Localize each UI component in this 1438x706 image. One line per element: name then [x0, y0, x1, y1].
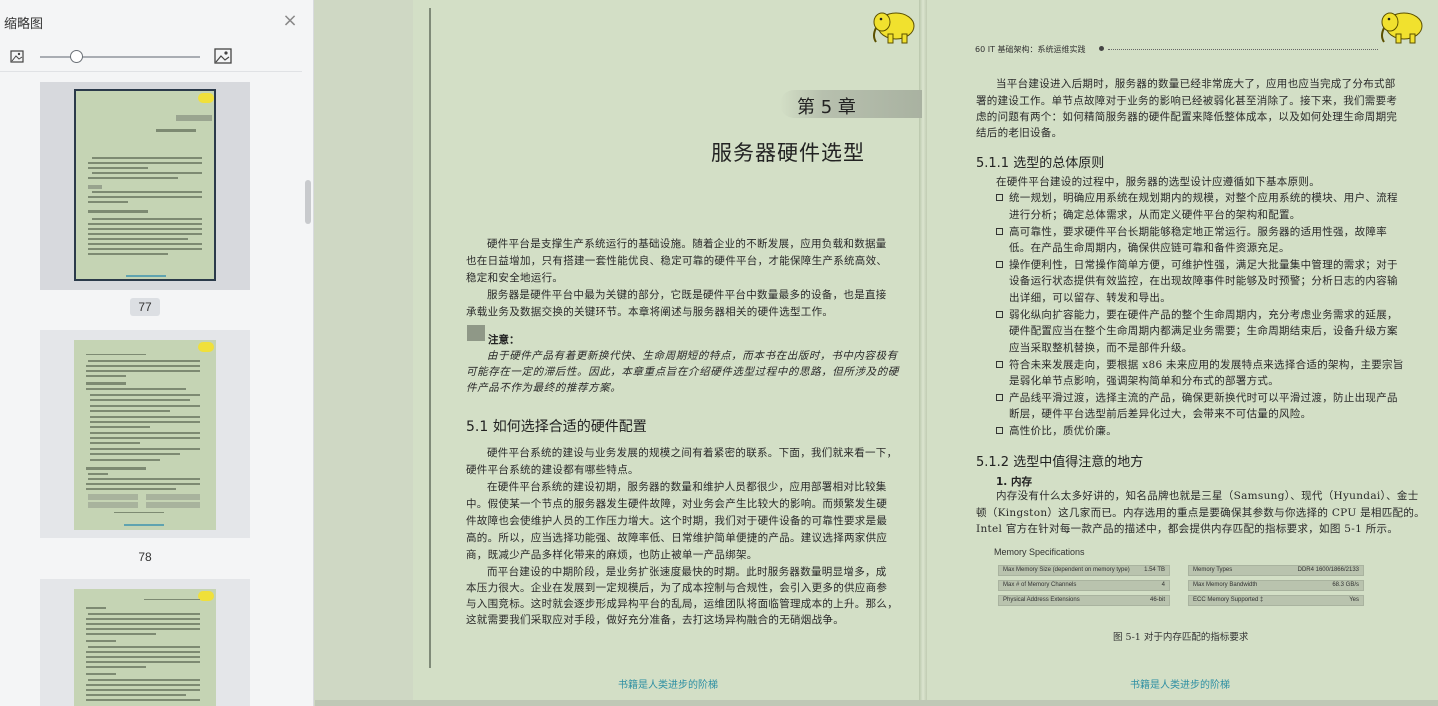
paragraph-line: 硬件平台系统的建设与业务发展的规模之间有着紧密的联系。下面，我们就来看一下， [487, 447, 898, 459]
paragraph-line: 这就需要我们采取应对手段，做好充分准备，去打这场异构融合的无硝烟战争。 [466, 614, 844, 626]
paragraph-line: 服务器是硬件平台中最为关键的部分，它既是硬件平台中数量最多的设备，也是直接 [487, 289, 887, 301]
checkbox-bullet [996, 194, 1003, 201]
note-line: 可能存在一定的滞后性。因此，本章重点旨在介绍硬件选型过程中的思路，但所涉及的硬 [466, 366, 899, 378]
note-line: 由于硬件产品有着更新换代快、生命周期短的特点，而本书在出版时，书中内容极有 [487, 350, 898, 362]
paragraph-line: 硬件平台是支撑生产系统运行的基础设施。随着企业的不断发展，应用负载和数据量 [487, 238, 887, 250]
running-head: 60 IT 基础架构：系统运维实践 [975, 45, 1086, 54]
thumbnail-card-77[interactable] [40, 82, 250, 290]
page-border-line [429, 8, 431, 668]
list-item-line: 设备运行状态提供有效监控，在出现故障事件时能够及时预警；分析日志的内容输 [1009, 275, 1398, 287]
thumbnail-card-79[interactable] [40, 579, 250, 706]
note-line: 件产品不作为最终的推荐方案。 [466, 382, 622, 394]
paragraph-line: 承载业务及数据交换的关键环节。本章将阐述与服务器相关的硬件选型工作。 [466, 306, 834, 318]
paragraph-line: 稳定和安全地运行。 [466, 272, 564, 284]
horizontal-scrollbar[interactable] [315, 700, 1438, 706]
paragraph-line: 商，既减少产品多样化带来的麻烦，也防止被单一产品绑架。 [466, 549, 758, 561]
thumbnail-page-image [74, 340, 216, 530]
paragraph-line: 件故障也会使维护人员的工作压力增大。这个时期，我们对于硬件设备的可靠性要求是最 [466, 515, 888, 527]
memory-spec-row: Max # of Memory Channels 4 [998, 580, 1170, 591]
page-footer: 书籍是人类进步的阶梯 [1130, 680, 1230, 691]
section-title: 5.1.1 选型的总体原则 [976, 156, 1105, 171]
pdf-reader-app: 缩略图 × 77 78 第 5 章 服务器硬件选型 硬件平台是支撑生产系统运行的… [0, 0, 1438, 706]
paragraph-line: 内存没有什么太多好讲的，知名品牌也就是三星（Samsung）、现代（Hyunda… [996, 490, 1419, 502]
section-title: 5.1.2 选型中值得注意的地方 [976, 455, 1144, 470]
paragraph-line: 在硬件平台系统的建设初期，服务器的数量和维护人员都很少，应用部署相对比较集 [487, 481, 887, 493]
memory-spec-row: Memory Types DDR4 1600/1866/2133 [1188, 565, 1364, 576]
thumbnail-page-image [74, 89, 216, 281]
paragraph-line: 在硬件平台建设的过程中，服务器的选型设计应遵循如下基本原则。 [996, 176, 1320, 188]
image-small-icon[interactable] [10, 50, 24, 63]
thumbnail-sidebar: 缩略图 × 77 78 [0, 0, 314, 706]
page-footer: 书籍是人类进步的阶梯 [618, 680, 718, 691]
checkbox-bullet [996, 228, 1003, 235]
memory-spec-title: Memory Specifications [994, 547, 1085, 557]
paragraph-line: 中。假使某一个节点的服务器发生硬件故障，对业务会产生比较大的影响。而频繁发生硬 [466, 498, 888, 510]
page-number-77[interactable]: 77 [130, 298, 160, 316]
paragraph-line: 结后的老旧设备。 [976, 127, 1063, 139]
paragraph-line: 本压力很大。企业在发展到一定规模后，为了成本控制与合规性，会引入更多的供应商参 [466, 582, 888, 594]
checkbox-bullet [996, 361, 1003, 368]
sidebar-title: 缩略图 [4, 16, 44, 31]
memory-spec-row: Max Memory Size (dependent on memory typ… [998, 565, 1170, 576]
thumbnail-card-78[interactable] [40, 330, 250, 538]
list-item-line: 符合未来发展走向，要根据 x86 未来应用的发展特点来选择合适的架构，主要宗旨 [1009, 359, 1404, 371]
sidebar-scrollbar[interactable] [305, 180, 311, 224]
checkbox-bullet [996, 394, 1003, 401]
note-heading: 注意： [488, 334, 520, 346]
paragraph-line: 高的。所以，应当选择功能强、故障率低、日常维护简单便捷的产品。建议选择两家供应 [466, 532, 888, 544]
list-item-line: 高可靠性，要求硬件平台长期能够稳定地正常运行。服务器的适用性强，故障率 [1009, 226, 1387, 238]
memory-spec-row: ECC Memory Supported ‡ Yes [1188, 595, 1364, 606]
list-item-line: 产品线平滑过渡，选择主流的产品，确保更新换代时可以平滑过渡，防止出现产品 [1009, 392, 1398, 404]
list-item-line: 进行分析；确定总体需求，从而定义硬件平台的架构和配置。 [1009, 209, 1301, 221]
memory-spec-row: Max Memory Bandwidth 68.3 GB/s [1188, 580, 1364, 591]
running-head-dot [1099, 46, 1104, 51]
elephant-logo-icon [198, 93, 214, 103]
page-number-78[interactable]: 78 [130, 548, 160, 566]
paragraph-line: 署的建设工作。单节点故障对于业务的影响已经被弱化甚至消除了。接下来，我们需要考 [976, 95, 1398, 107]
list-item-line: 应当采取整机替换，而不是部件升级。 [1009, 342, 1193, 354]
running-head-rule [1108, 49, 1378, 50]
paragraph-line: Intel 官方在针对每一款产品的描述中，都会提供内存匹配的指标要求，如图 5-… [976, 523, 1399, 535]
checkbox-bullet [996, 427, 1003, 434]
paragraph-line: 而平台建设的中期阶段，是业务扩张速度最快的时期。此时服务器数量明显增多，成 [487, 566, 887, 578]
zoom-slider-track[interactable] [40, 56, 200, 58]
list-item-line: 弱化纵向扩容能力，要在硬件产品的整个生命周期内，充分考虑业务需求的延展， [1009, 309, 1398, 321]
elephant-logo-icon [1381, 12, 1423, 44]
sidebar-header: 缩略图 × [0, 0, 314, 44]
thumbnail-page-image [74, 589, 216, 706]
close-icon[interactable]: × [282, 12, 298, 30]
chapter-label: 第 5 章 [797, 97, 856, 118]
elephant-logo-icon [873, 12, 915, 44]
list-item-line: 高性价比，质优价廉。 [1009, 425, 1117, 437]
checkbox-bullet [996, 311, 1003, 318]
paragraph-line: 顿（Kingston）这几家而已。内存选用的重点是要确保其参数与你选择的 CPU… [976, 507, 1425, 519]
elephant-logo-icon [198, 591, 214, 601]
image-large-icon[interactable] [214, 48, 232, 64]
thumbnail-zoom-control [0, 44, 302, 72]
list-item-line: 统一规划，明确应用系统在规划期内的规模，对整个应用系统的模块、用户、流程 [1009, 192, 1398, 204]
list-item-line: 断层，硬件平台选型前后差异化过大，会带来不可估量的风险。 [1009, 408, 1312, 420]
list-item-line: 是弱化单节点影响，强调架构简单和分布式的部署方式。 [1009, 375, 1279, 387]
paragraph-line: 当平台建设进入后期时，服务器的数量已经非常庞大了，应用也应当完成了分布式部 [996, 78, 1396, 90]
paragraph-line: 与入围竞标。这时就会逐步形成异构平台的乱局，运维团队将面临管理成本的上升。那么， [466, 598, 898, 610]
list-item-line: 操作便利性，日常操作简单方便，可维护性强，满足大批量集中管理的需求；对于 [1009, 259, 1398, 271]
list-item-line: 低。在产品生命周期内，确保供应链可靠和备件资源充足。 [1009, 242, 1290, 254]
checkbox-bullet [996, 261, 1003, 268]
paragraph-line: 也在日益增加，只有搭建一套性能优良、稳定可靠的硬件平台，才能保障生产系统高效、 [466, 255, 888, 267]
note-icon [467, 325, 485, 341]
list-item-line: 出详细，可以留存、转发和导出。 [1009, 292, 1171, 304]
paragraph-line: 硬件平台系统的建设都有哪些特点。 [466, 464, 639, 476]
chapter-title: 服务器硬件选型 [711, 141, 865, 165]
section-title: 5.1 如何选择合适的硬件配置 [466, 419, 647, 435]
figure-caption: 图 5-1 对于内存匹配的指标要求 [1113, 632, 1249, 643]
paragraph-line: 虑的问题有两个：如何精简服务器的硬件配置来降低整体成本，以及如何处理生命周期完 [976, 111, 1398, 123]
list-item-line: 硬件配置应当在整个生命周期内都满足业务需要；生命周期结束后，设备升级方案 [1009, 325, 1398, 337]
zoom-slider-handle[interactable] [70, 50, 83, 63]
memory-spec-row: Physical Address Extensions 46-bit [998, 595, 1170, 606]
sub-heading: 1. 内存 [996, 476, 1032, 488]
elephant-logo-icon [198, 342, 214, 352]
